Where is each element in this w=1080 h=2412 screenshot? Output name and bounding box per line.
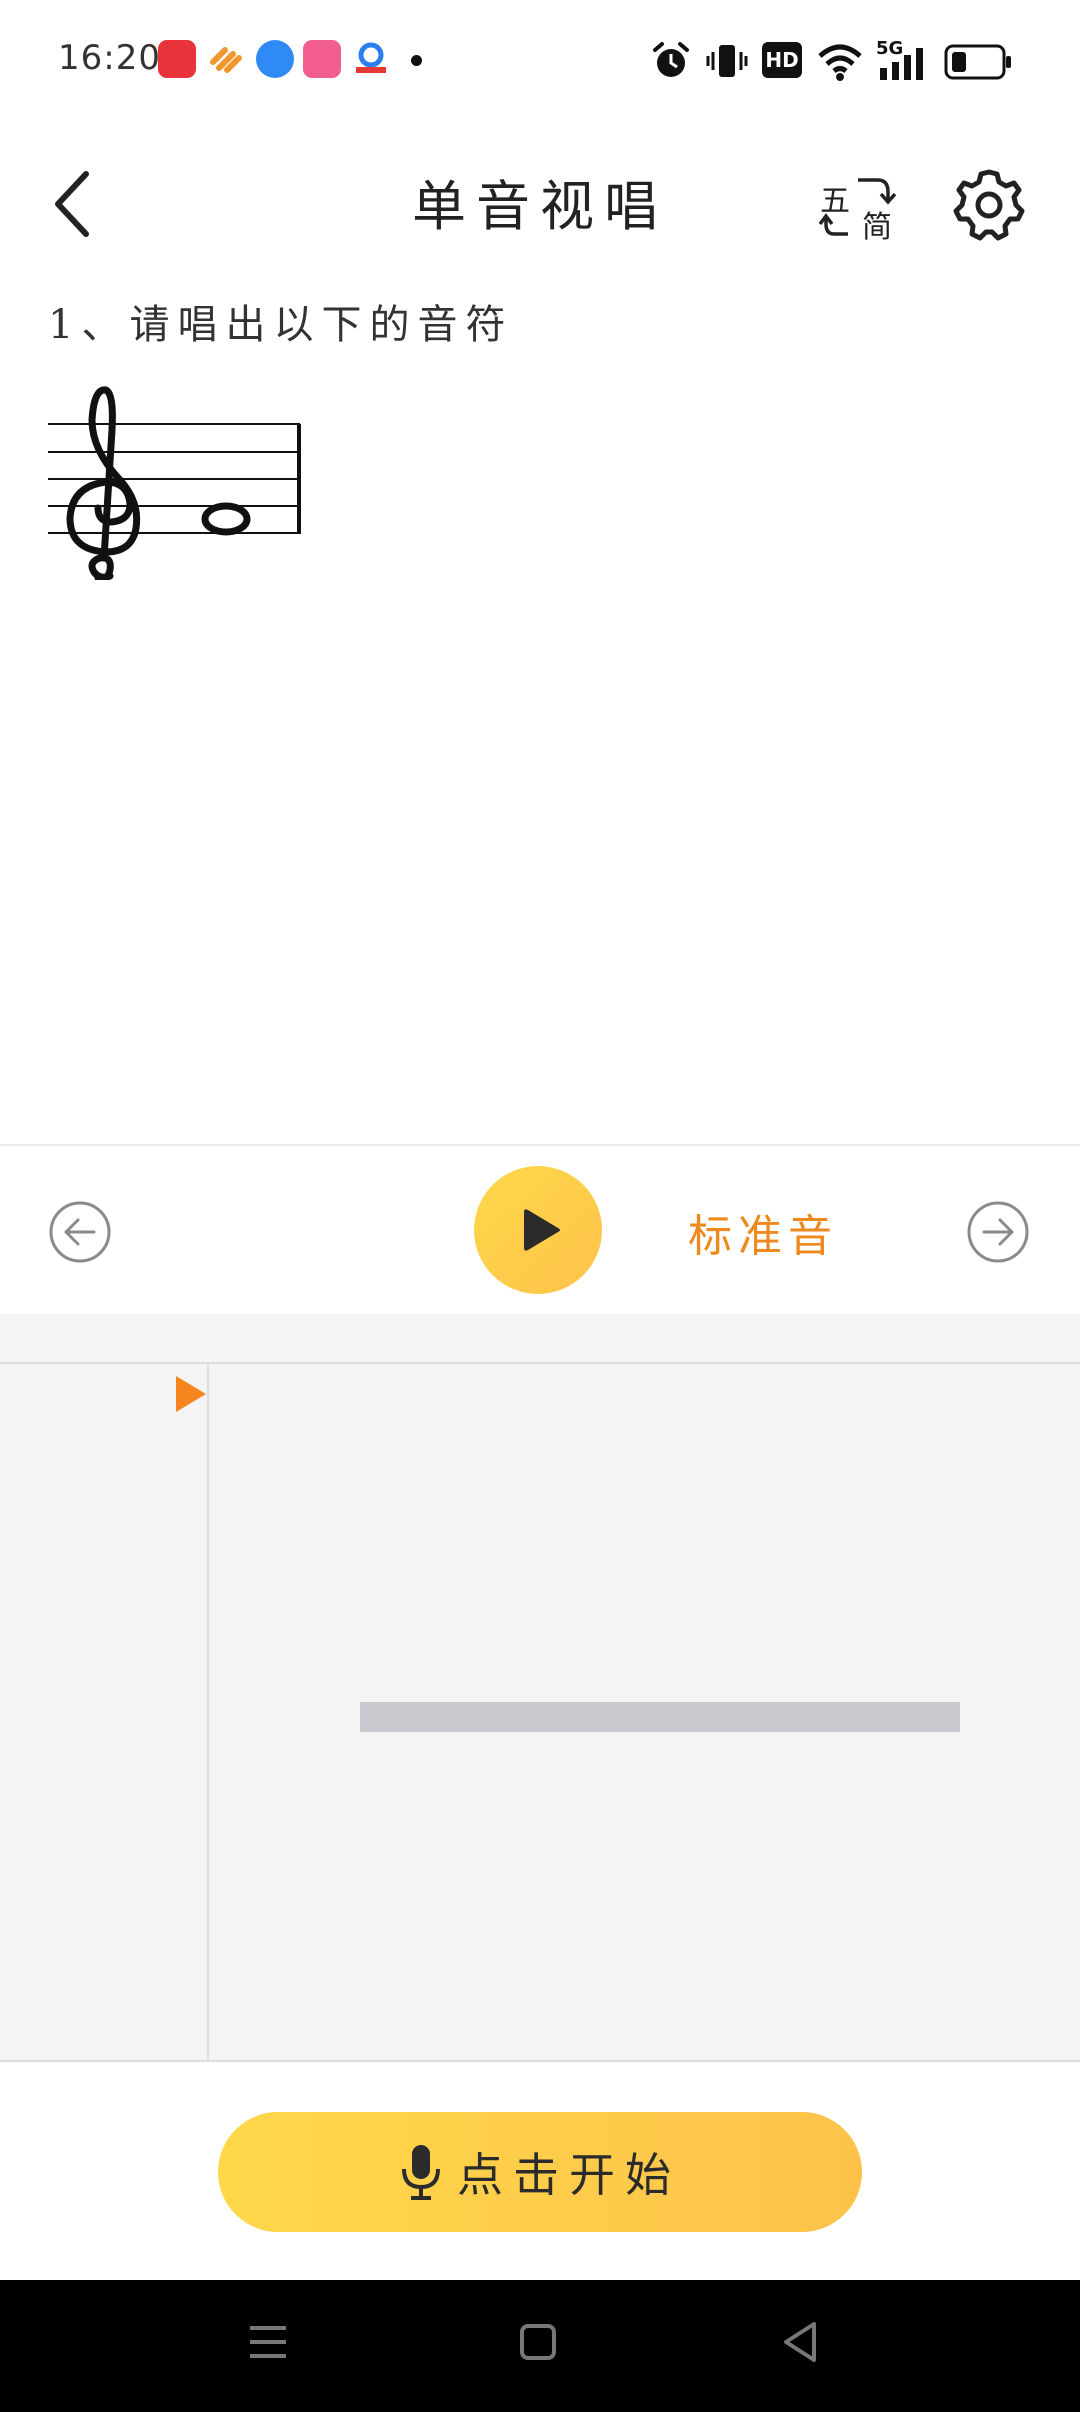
swap-arrows-icon xyxy=(818,178,896,236)
back-button[interactable] xyxy=(40,162,106,246)
home-icon[interactable] xyxy=(518,2322,558,2362)
status-bar: 16:20 HD 5G xyxy=(0,0,1080,120)
back-nav-icon[interactable] xyxy=(780,2320,820,2364)
previous-button[interactable] xyxy=(48,1200,112,1264)
staff-lines xyxy=(48,423,300,534)
pitch-panel-bottom-line xyxy=(0,2060,1080,2062)
status-time: 16:20 xyxy=(58,38,161,78)
gear-icon xyxy=(953,169,1025,241)
wifi-icon xyxy=(818,44,862,81)
play-button[interactable] xyxy=(474,1166,602,1294)
treble-clef-icon xyxy=(66,386,141,580)
start-label: 点击开始 xyxy=(457,2148,681,2202)
target-pitch-bar xyxy=(360,1702,960,1732)
whole-note xyxy=(201,502,251,536)
taobao-app-icon xyxy=(158,40,196,78)
notation-switch-button[interactable]: 五 简 xyxy=(818,172,896,245)
standard-tone-label[interactable]: 标准音 xyxy=(688,1200,838,1264)
pitch-marker-icon xyxy=(176,1376,206,1412)
blue-app-icon xyxy=(256,40,294,78)
alarm-icon xyxy=(653,42,689,77)
signal-icon xyxy=(880,48,923,80)
start-recording-button[interactable]: 点击开始 xyxy=(218,2112,862,2232)
pitch-panel-divider xyxy=(207,1364,209,2062)
next-button[interactable] xyxy=(966,1200,1030,1264)
bilibili-app-icon xyxy=(303,40,341,78)
menu-icon[interactable] xyxy=(248,2322,288,2362)
music-staff xyxy=(48,386,301,580)
vibrate-icon xyxy=(706,45,748,77)
microphone-icon xyxy=(402,2145,440,2200)
notification-dot xyxy=(411,55,422,66)
arrow-left-circle-icon xyxy=(49,1201,111,1263)
hd-badge: HD xyxy=(762,42,802,78)
question-text: 1、请唱出以下的音符 xyxy=(48,302,514,348)
battery-icon xyxy=(944,44,1011,80)
page-title: 单音视唱 xyxy=(412,175,668,238)
arrow-right-circle-icon xyxy=(967,1201,1029,1263)
settings-button[interactable] xyxy=(952,168,1026,242)
system-nav-bar xyxy=(0,2280,1080,2412)
chevron-left-icon xyxy=(55,171,89,237)
pitch-panel xyxy=(0,1314,1080,2062)
pitch-panel-top-line xyxy=(0,1362,1080,1364)
orange-app-icon xyxy=(207,40,245,78)
controls-divider xyxy=(0,1144,1080,1146)
play-icon xyxy=(524,1209,560,1251)
map-app-icon xyxy=(352,40,390,78)
